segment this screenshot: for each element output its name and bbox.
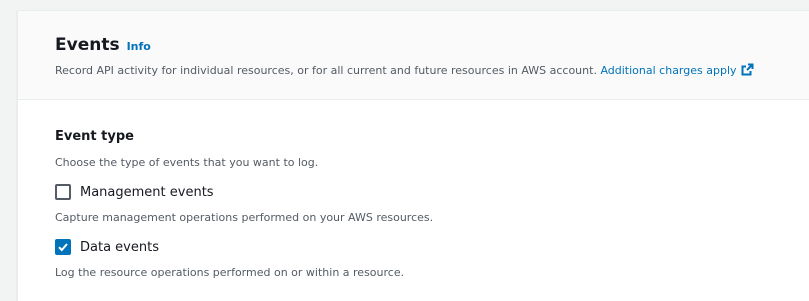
- event-type-description: Choose the type of events that you want …: [55, 156, 319, 169]
- management-events-checkbox[interactable]: [55, 184, 71, 200]
- events-panel-header: Events Info Record API activity for indi…: [18, 11, 809, 100]
- event-type-label: Event type: [55, 129, 134, 144]
- panel-description-text: Record API activity for individual resou…: [55, 64, 597, 77]
- management-events-option[interactable]: Management events: [55, 184, 214, 200]
- data-events-checkbox[interactable]: [55, 239, 71, 255]
- data-events-description: Log the resource operations performed on…: [55, 266, 405, 279]
- title-row: Events Info: [55, 35, 151, 55]
- panel-title: Events: [55, 35, 120, 55]
- data-events-option[interactable]: Data events: [55, 239, 159, 255]
- data-events-label: Data events: [80, 239, 159, 255]
- management-events-label: Management events: [80, 184, 214, 200]
- checkmark-icon: [58, 243, 68, 252]
- info-link[interactable]: Info: [127, 40, 151, 53]
- external-link-icon: [741, 63, 754, 79]
- events-panel: Events Info Record API activity for indi…: [17, 10, 809, 301]
- additional-charges-link[interactable]: Additional charges apply: [600, 63, 754, 79]
- panel-description: Record API activity for individual resou…: [55, 63, 754, 79]
- management-events-description: Capture management operations performed …: [55, 211, 434, 224]
- additional-charges-link-label: Additional charges apply: [600, 64, 737, 77]
